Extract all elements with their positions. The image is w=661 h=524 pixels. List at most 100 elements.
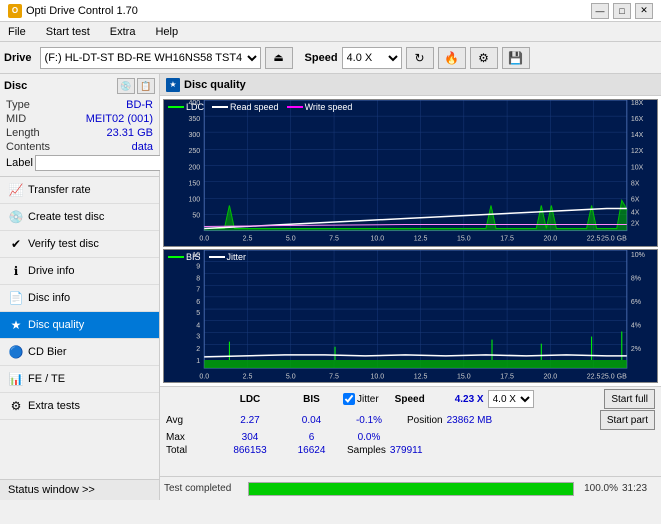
svg-text:5.0: 5.0 (286, 372, 296, 380)
svg-text:2X: 2X (631, 221, 640, 228)
content-area: ★ Disc quality LDC Read speed (160, 74, 661, 500)
drive-select[interactable]: (F:) HL-DT-ST BD-RE WH16NS58 TST4 (40, 47, 261, 69)
sidebar-item-disc-quality[interactable]: ★ Disc quality (0, 312, 159, 339)
label-input[interactable] (35, 155, 169, 171)
type-label: Type (6, 99, 30, 111)
disc-label-row: Label ... (4, 154, 155, 172)
svg-text:2: 2 (196, 344, 200, 352)
legend-read-speed: Read speed (212, 102, 279, 112)
disc-icons: 💿 📋 (117, 78, 155, 94)
svg-text:300: 300 (188, 132, 200, 139)
status-window-button[interactable]: Status window >> (0, 479, 159, 500)
nav-label: Create test disc (28, 211, 104, 223)
progress-percent: 100.0% (578, 483, 618, 494)
minimize-button[interactable]: — (591, 3, 609, 19)
burn-button[interactable]: 🔥 (438, 47, 466, 69)
bis-chart-svg: 10 9 8 7 6 5 4 3 2 1 10% 8% 6% 4% 2% (164, 250, 657, 382)
cd-bier-icon: 🔵 (8, 344, 24, 360)
svg-text:18X: 18X (631, 100, 644, 107)
avg-jitter: -0.1% (339, 415, 399, 426)
sidebar-item-extra-tests[interactable]: ⚙ Extra tests (0, 393, 159, 420)
sidebar-item-create-test-disc[interactable]: 💿 Create test disc (0, 204, 159, 231)
legend-jitter: Jitter (209, 252, 247, 262)
sidebar-item-drive-info[interactable]: ℹ Drive info (0, 258, 159, 285)
nav-label: Verify test disc (28, 238, 99, 250)
status-text: Test completed (164, 483, 244, 494)
stat-header-speed: Speed (395, 394, 425, 405)
svg-text:2.5: 2.5 (243, 236, 253, 243)
nav-label: FE / TE (28, 373, 65, 385)
avg-label: Avg (166, 415, 216, 426)
nav-label: Extra tests (28, 400, 80, 412)
maximize-button[interactable]: □ (613, 3, 631, 19)
svg-text:10X: 10X (631, 164, 644, 171)
legend-ldc: LDC (168, 102, 204, 112)
start-full-button[interactable]: Start full (604, 389, 655, 409)
svg-text:25.0 GB: 25.0 GB (601, 372, 627, 380)
sidebar-item-verify-test-disc[interactable]: ✔ Verify test disc (0, 231, 159, 258)
stats-speed-dropdown[interactable]: 4.0 X (488, 390, 534, 408)
disc-panel-header: Disc 💿 📋 (4, 78, 155, 94)
settings-button[interactable]: ⚙ (470, 47, 498, 69)
svg-text:5.0: 5.0 (286, 236, 296, 243)
svg-text:16X: 16X (631, 116, 644, 123)
svg-text:6%: 6% (631, 298, 642, 306)
svg-text:4X: 4X (631, 209, 640, 216)
pos-value: 23862 MB (447, 415, 493, 426)
bis-chart: BIS Jitter (163, 249, 658, 383)
sidebar-item-transfer-rate[interactable]: 📈 Transfer rate (0, 177, 159, 204)
start-part-button[interactable]: Start part (600, 410, 655, 430)
length-value: 23.31 GB (107, 127, 153, 139)
disc-length-row: Length 23.31 GB (4, 126, 155, 140)
menu-start-test[interactable]: Start test (42, 24, 94, 40)
svg-text:7.5: 7.5 (329, 236, 339, 243)
svg-text:6X: 6X (631, 196, 640, 203)
total-bis: 16624 (284, 445, 339, 456)
svg-text:17.5: 17.5 (500, 236, 514, 243)
total-label: Total (166, 445, 216, 456)
mid-value: MEIT02 (001) (86, 113, 153, 125)
svg-text:0.0: 0.0 (199, 236, 209, 243)
close-button[interactable]: ✕ (635, 3, 653, 19)
avg-bis: 0.04 (284, 415, 339, 426)
fe-te-icon: 📊 (8, 371, 24, 387)
svg-text:8X: 8X (631, 180, 640, 187)
refresh-button[interactable]: ↻ (406, 47, 434, 69)
svg-text:12X: 12X (631, 148, 644, 155)
menu-extra[interactable]: Extra (106, 24, 140, 40)
nav-label: Transfer rate (28, 184, 91, 196)
speed-select[interactable]: 4.0 X (342, 47, 402, 69)
legend-write-speed: Write speed (287, 102, 353, 112)
avg-ldc: 2.27 (216, 415, 284, 426)
svg-text:22.5: 22.5 (587, 236, 601, 243)
jitter-checkbox[interactable] (343, 393, 355, 405)
disc-quality-title: Disc quality (184, 79, 246, 91)
svg-text:3: 3 (196, 332, 200, 340)
sidebar-item-disc-info[interactable]: 📄 Disc info (0, 285, 159, 312)
type-value: BD-R (126, 99, 153, 111)
disc-quality-icon: ★ (8, 317, 24, 333)
jitter-label: Jitter (357, 394, 379, 405)
menu-file[interactable]: File (4, 24, 30, 40)
disc-quality-header-icon: ★ (166, 78, 180, 92)
disc-icon-2[interactable]: 📋 (137, 78, 155, 94)
save-button[interactable]: 💾 (502, 47, 530, 69)
svg-text:12.5: 12.5 (414, 372, 428, 380)
svg-text:350: 350 (188, 116, 200, 123)
main-layout: Disc 💿 📋 Type BD-R MID MEIT02 (001) Leng… (0, 74, 661, 500)
svg-text:10.0: 10.0 (370, 236, 384, 243)
contents-label: Contents (6, 141, 50, 153)
max-label: Max (166, 432, 216, 443)
ldc-chart-legend: LDC Read speed Write speed (168, 102, 352, 112)
disc-icon-1[interactable]: 💿 (117, 78, 135, 94)
sidebar-item-cd-bier[interactable]: 🔵 CD Bier (0, 339, 159, 366)
charts-area: LDC Read speed Write speed (160, 96, 661, 386)
sidebar-item-fe-te[interactable]: 📊 FE / TE (0, 366, 159, 393)
menu-help[interactable]: Help (151, 24, 182, 40)
eject-button[interactable]: ⏏ (265, 47, 293, 69)
disc-contents-row: Contents data (4, 140, 155, 154)
label-label: Label (6, 157, 33, 169)
nav-menu: 📈 Transfer rate 💿 Create test disc ✔ Ver… (0, 177, 159, 479)
svg-text:17.5: 17.5 (500, 372, 514, 380)
nav-label: CD Bier (28, 346, 67, 358)
